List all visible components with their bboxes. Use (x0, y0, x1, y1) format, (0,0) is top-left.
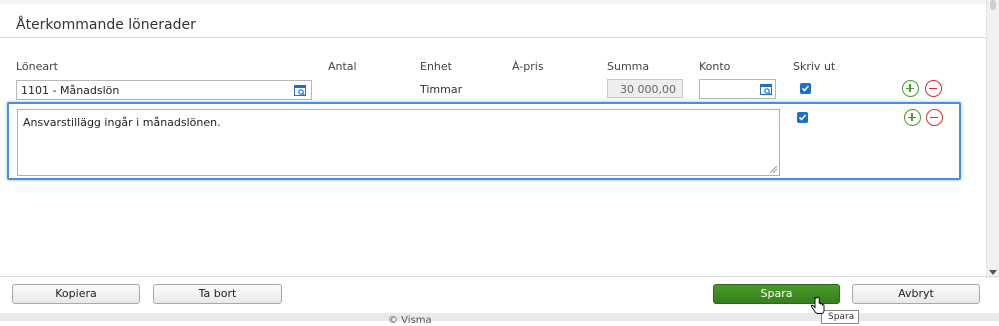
lookup-icon[interactable] (294, 84, 307, 97)
loneart-value: 1101 - Månadslön (21, 84, 120, 97)
title-divider (0, 37, 986, 38)
hand-cursor-icon (811, 296, 825, 314)
checkmark-icon (798, 114, 807, 121)
save-tooltip: Spara (821, 310, 859, 324)
print-checkbox[interactable] (800, 83, 811, 94)
scrollbar-thumb[interactable] (990, 0, 996, 10)
section-title: Återkommande lönerader (16, 17, 196, 33)
remove-note-button[interactable] (926, 109, 943, 126)
cancel-button[interactable]: Avbryt (852, 284, 980, 304)
header-enhet: Enhet (420, 60, 452, 73)
unit-value: Timmar (420, 83, 463, 96)
note-text: Ansvarstillägg ingår i månadslönen. (23, 116, 221, 129)
header-apris: À-pris (512, 60, 544, 73)
konto-field[interactable] (699, 79, 776, 99)
header-skriv-ut: Skriv ut (793, 60, 836, 73)
top-border (0, 0, 986, 4)
loneart-field[interactable]: 1101 - Månadslön (16, 80, 312, 100)
sum-value: 30 000,00 (620, 83, 676, 96)
add-row-button[interactable] (902, 80, 919, 97)
lookup-icon[interactable] (760, 83, 773, 96)
header-konto: Konto (699, 60, 731, 73)
add-note-button[interactable] (904, 109, 921, 126)
note-print-checkbox[interactable] (797, 112, 808, 123)
header-antal: Antal (328, 60, 357, 73)
header-loneart: Löneart (16, 60, 58, 73)
delete-button[interactable]: Ta bort (153, 284, 282, 304)
footer-divider (0, 276, 999, 277)
sum-field: 30 000,00 (607, 79, 683, 98)
note-textarea[interactable]: Ansvarstillägg ingår i månadslönen. (17, 109, 780, 176)
remove-row-button[interactable] (925, 80, 942, 97)
resize-handle-icon[interactable] (770, 166, 777, 173)
checkmark-icon (801, 85, 810, 92)
header-summa: Summa (607, 60, 650, 73)
scroll-down-arrow-icon[interactable] (989, 270, 997, 275)
copy-button[interactable]: Kopiera (12, 284, 140, 304)
vertical-scrollbar[interactable] (986, 0, 999, 278)
